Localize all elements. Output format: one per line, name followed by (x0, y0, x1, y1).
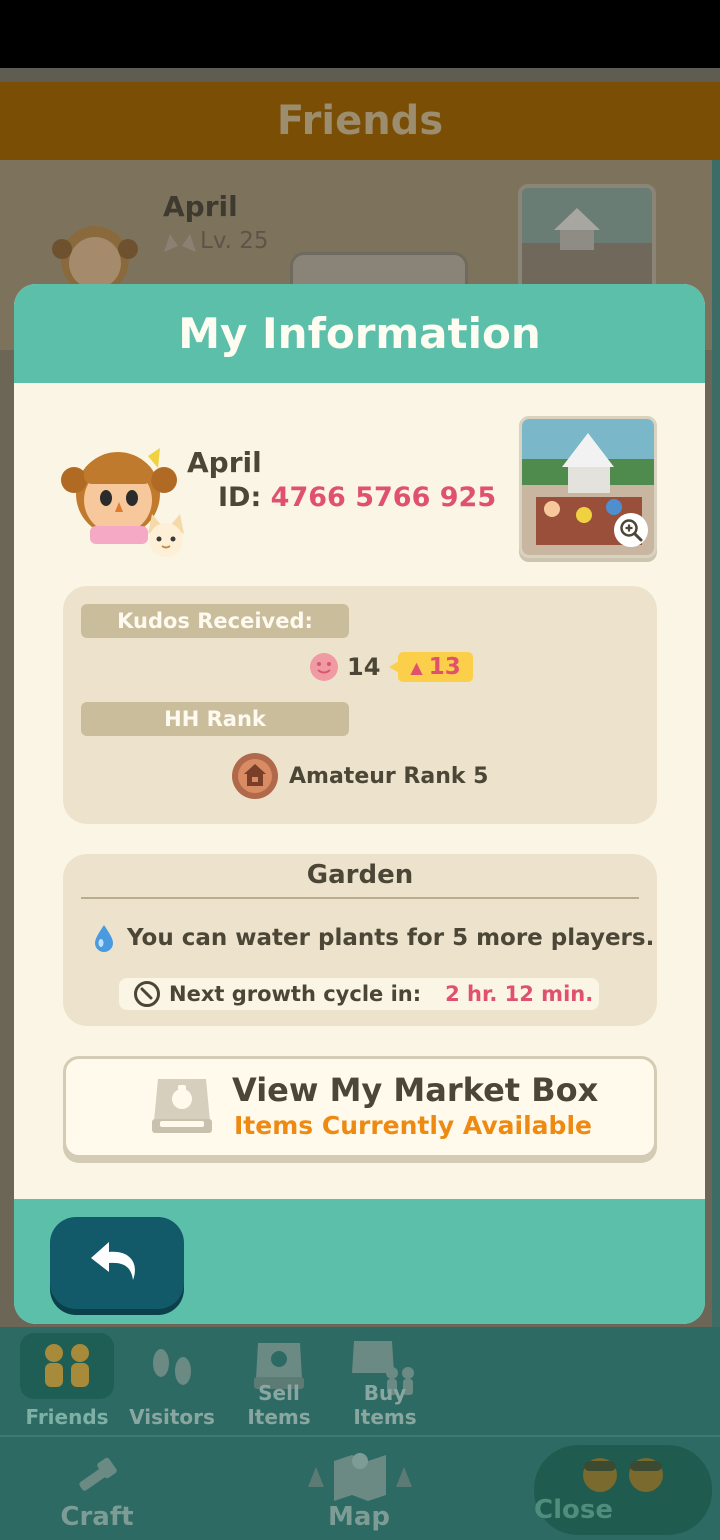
kudos-row: 14 ▲ 13 (309, 652, 473, 682)
nav-map[interactable]: Map (292, 1437, 426, 1540)
divider (81, 897, 639, 899)
back-arrow-icon (91, 1242, 135, 1280)
smiley-face-icon (310, 653, 338, 681)
nav-label: Map (327, 1502, 391, 1532)
bottom-nav: Craft Map Close (0, 1435, 720, 1540)
id-value: 4766 5766 925 (270, 482, 497, 513)
player-id: ID: 4766 5766 925 (218, 482, 496, 513)
friend-cat-icon (164, 234, 196, 252)
kudos-new-badge: ▲ 13 (389, 652, 473, 682)
tab-sell-items[interactable]: Sell Items (224, 1327, 334, 1435)
nav-label: Close (534, 1495, 613, 1525)
top-strip (0, 68, 720, 82)
tab-buy-items[interactable]: Buy Items (330, 1327, 440, 1435)
garden-title: Garden (306, 860, 414, 890)
nav-label: Craft (60, 1502, 134, 1532)
rank-label: HH Rank (81, 702, 349, 736)
stats-panel: Kudos Received: 14 ▲ 13 HH Rank Amateur … (63, 586, 657, 824)
tab-visitors[interactable]: Visitors (117, 1327, 227, 1435)
view-market-box-button[interactable]: View My Market Box Items Currently Avail… (63, 1056, 657, 1158)
up-arrow-icon: ▲ (410, 657, 423, 677)
rank-row: Amateur Rank 5 (231, 752, 488, 800)
tab-label: Visitors (129, 1405, 215, 1429)
hammer-icon (79, 1457, 117, 1491)
modal-footer (14, 1199, 705, 1324)
zoom-in-icon[interactable] (614, 513, 648, 547)
growth-label: Next growth cycle in: (169, 982, 422, 1006)
id-label: ID: (218, 482, 262, 513)
cat-companion-icon (148, 514, 184, 557)
kudos-new-count: 13 (428, 654, 461, 680)
water-drop-icon (95, 925, 113, 952)
map-icon (308, 1453, 412, 1501)
friends-title: Friends (276, 98, 444, 144)
water-text: You can water plants for 5 more players. (127, 925, 655, 951)
villager-faces-icon (583, 1458, 663, 1492)
home-thumbnail[interactable] (519, 416, 657, 558)
tab-label: Sell Items (247, 1381, 311, 1429)
status-bar (0, 0, 720, 68)
friend-name: April (163, 190, 238, 223)
tab-label: Buy Items (353, 1381, 417, 1429)
close-button[interactable]: Close (534, 1445, 712, 1535)
market-title: View My Market Box (232, 1071, 599, 1109)
footprints-icon (153, 1349, 191, 1385)
modal-header: My Information (14, 284, 705, 383)
garden-panel: Garden You can water plants for 5 more p… (63, 854, 657, 1026)
tab-label: Friends (25, 1405, 109, 1429)
friends-icon (45, 1344, 89, 1387)
friend-avatar-icon (52, 226, 138, 294)
kudos-count: 14 (347, 653, 381, 681)
my-information-modal: My Information April ID: 4766 5766 925 K… (14, 284, 705, 1324)
player-name: April (187, 446, 262, 479)
tab-friends[interactable]: Friends (12, 1327, 122, 1435)
kudos-label: Kudos Received: (81, 604, 349, 638)
timer-icon (134, 981, 160, 1007)
friends-header: Friends (0, 82, 720, 160)
nav-craft[interactable]: Craft (30, 1437, 164, 1540)
growth-value: 2 hr. 12 min. (445, 982, 594, 1006)
rank-value: Amateur Rank 5 (289, 763, 489, 789)
friend-level: Lv. 25 (200, 228, 269, 254)
modal-title: My Information (178, 309, 541, 358)
right-edge (712, 160, 720, 1420)
house-medal-icon (232, 753, 278, 799)
bottom-tab-bar: Friends Visitors Sell Items Buy Items (0, 1327, 720, 1435)
market-subtitle: Items Currently Available (234, 1111, 592, 1140)
market-box-icon (152, 1079, 212, 1133)
water-row: You can water plants for 5 more players. (93, 924, 654, 952)
growth-timer: Next growth cycle in: 2 hr. 12 min. (119, 978, 599, 1010)
back-button[interactable] (50, 1217, 184, 1309)
